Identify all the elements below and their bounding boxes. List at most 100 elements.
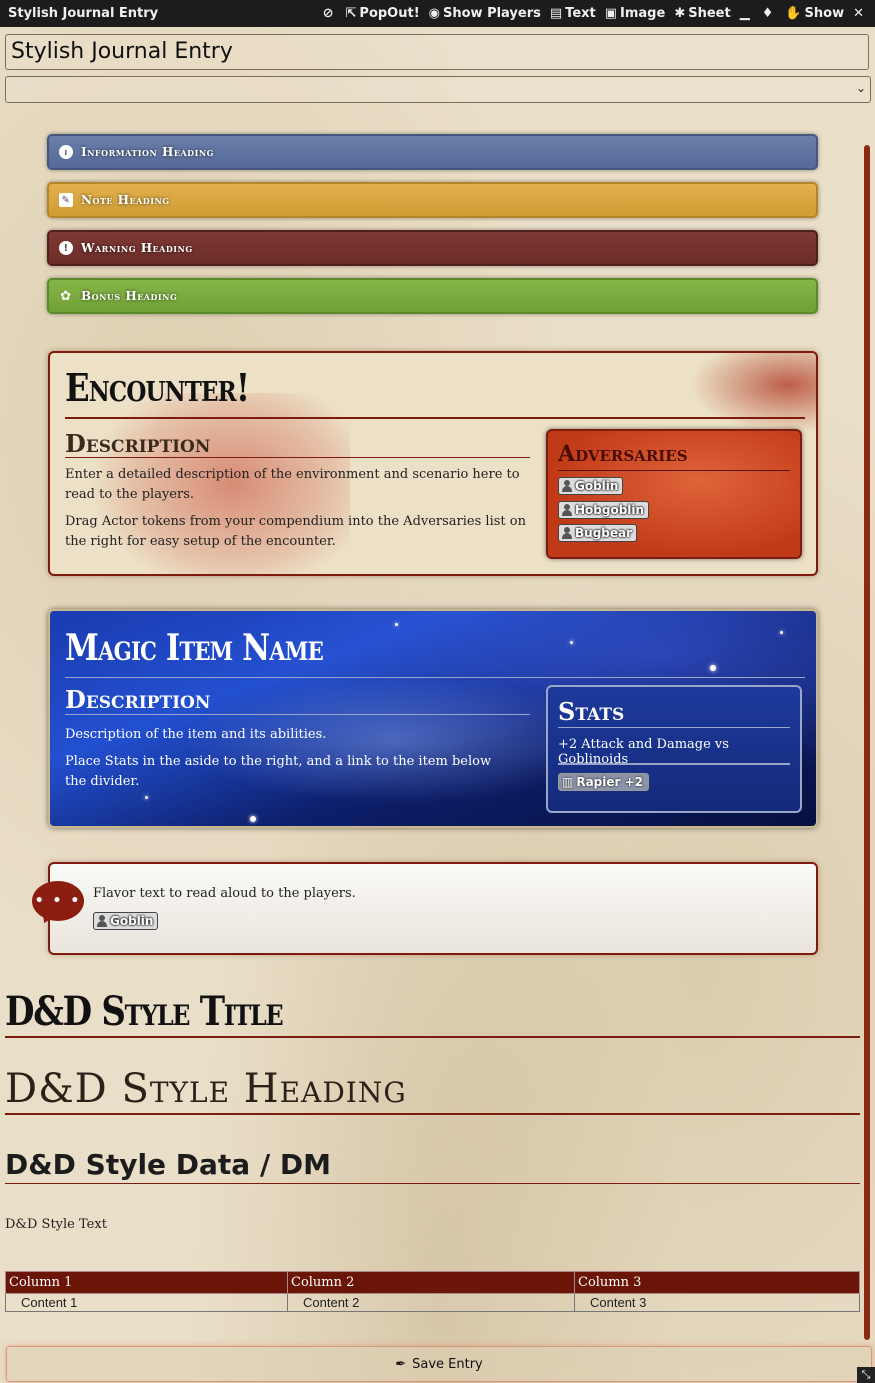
warning-callout: ! Warning Heading xyxy=(47,230,818,266)
item-name: Rapier +2 xyxy=(576,775,644,789)
speech-bubble-icon: • • • xyxy=(32,881,84,921)
save-entry-label: Save Entry xyxy=(412,1356,483,1372)
star-decoration xyxy=(250,816,256,822)
scrollbar[interactable] xyxy=(864,145,870,1340)
table-header: Column 3 xyxy=(574,1271,860,1294)
star-decoration xyxy=(710,665,716,671)
window-header[interactable]: Stylish Journal Entry ⊘ ⇱ PopOut! ◉ Show P… xyxy=(0,0,875,27)
actor-link-hobgoblin[interactable]: Hobgoblin xyxy=(558,501,650,519)
stats-aside: Stats +2 Attack and Damage vs Goblinoids… xyxy=(546,685,802,813)
show-players-label: Show Players xyxy=(442,6,541,21)
window-title: Stylish Journal Entry xyxy=(8,6,159,21)
actor-link-goblin-flavor[interactable]: Goblin xyxy=(93,912,159,930)
stats-divider xyxy=(558,727,790,728)
star-decoration xyxy=(395,623,398,626)
text-mode-label: Text xyxy=(565,6,596,21)
award-ribbon-icon: ✿ xyxy=(60,288,72,304)
table-cell: Content 3 xyxy=(574,1293,860,1312)
adversaries-title: Adversaries xyxy=(558,441,688,467)
data-divider xyxy=(5,1183,860,1184)
information-callout: i Information Heading xyxy=(47,134,818,170)
information-heading: Information Heading xyxy=(81,145,214,159)
minimize-button[interactable]: ▁ xyxy=(740,6,753,21)
star-decoration xyxy=(780,631,783,634)
external-link-icon: ⇱ xyxy=(345,6,357,21)
item-link-rapier[interactable]: ▥ Rapier +2 xyxy=(558,773,650,791)
magic-item-description-heading: Description xyxy=(65,685,211,714)
dnd-style-heading: D&D Style Heading xyxy=(5,1066,407,1112)
adversaries-divider xyxy=(558,470,790,471)
description-divider xyxy=(65,457,530,458)
show-players-button[interactable]: ◉ Show Players xyxy=(429,6,541,21)
magic-item-paragraph-1: Description of the item and its abilitie… xyxy=(65,727,327,742)
star-decoration xyxy=(145,796,148,799)
magic-item-title: Magic Item Name xyxy=(65,627,324,669)
note-heading: Note Heading xyxy=(81,193,170,207)
actor-link-bugbear[interactable]: Bugbear xyxy=(558,524,638,542)
flavor-text-block xyxy=(48,862,818,955)
show-button[interactable]: ✋ Show xyxy=(785,6,844,21)
table-header: Column 2 xyxy=(287,1271,575,1294)
content-table: Column 1 Column 2 Column 3 Content 1 Con… xyxy=(5,1271,860,1312)
table-cell: Content 2 xyxy=(287,1293,575,1312)
encounter-paragraph-2: Drag Actor tokens from your compendium i… xyxy=(65,514,526,549)
blood-splatter-decoration xyxy=(690,353,816,433)
actor-name: Goblin xyxy=(575,479,619,493)
show-label: Show xyxy=(804,6,845,21)
save-entry-button[interactable]: ✒ Save Entry xyxy=(6,1346,872,1382)
close-icon: ✕ xyxy=(853,6,864,21)
close-button[interactable]: ✕ xyxy=(853,6,867,21)
sheet-config-button[interactable]: ✱ Sheet xyxy=(674,6,730,21)
dnd-style-text: D&D Style Text xyxy=(5,1217,107,1232)
feather-icon: ✒ xyxy=(395,1356,407,1372)
entry-folder-select[interactable]: ⌄ xyxy=(5,76,871,103)
user-icon xyxy=(561,504,573,516)
table-header: Column 1 xyxy=(5,1271,288,1294)
dnd-style-title: D&D Style Title xyxy=(5,988,284,1035)
encounter-paragraph-1: Enter a detailed description of the envi… xyxy=(65,467,520,502)
stats-item-divider xyxy=(558,763,790,765)
encounter-divider xyxy=(65,417,805,419)
image-mode-label: Image xyxy=(620,6,666,21)
encounter-block: Encounter! Description Enter a detailed … xyxy=(48,351,818,576)
image-mode-button[interactable]: ▣ Image xyxy=(605,6,666,21)
user-icon xyxy=(561,480,573,492)
file-text-icon: ▤ xyxy=(549,6,563,21)
flavor-text: Flavor text to read aloud to the players… xyxy=(93,886,356,901)
stats-title: Stats xyxy=(558,697,625,726)
encounter-description-heading: Description xyxy=(65,429,211,458)
title-divider xyxy=(5,1036,860,1038)
text-mode-button[interactable]: ▤ Text xyxy=(550,6,596,21)
unlink-button[interactable]: ⊘ xyxy=(323,6,337,21)
warning-heading: Warning Heading xyxy=(81,241,193,255)
suitcase-icon: ▥ xyxy=(562,775,574,789)
magic-item-block: Magic Item Name Description Description … xyxy=(48,609,818,828)
popout-button[interactable]: ⇱ PopOut! xyxy=(346,6,420,21)
edit-note-icon: ✎ xyxy=(59,193,73,207)
adversaries-aside: Adversaries Goblin Hobgoblin Bugbear xyxy=(546,429,802,559)
user-icon xyxy=(561,527,573,539)
resize-handle-icon[interactable]: ⤡ xyxy=(857,1367,875,1383)
encounter-title: Encounter! xyxy=(65,365,250,410)
bonus-callout: ✿ Bonus Heading xyxy=(47,278,818,314)
entry-title-input[interactable]: Stylish Journal Entry xyxy=(5,34,869,70)
image-icon: ▣ xyxy=(604,6,618,21)
actor-link-goblin[interactable]: Goblin xyxy=(558,477,624,495)
actor-name: Goblin xyxy=(110,914,154,928)
chevron-down-icon: ⌄ xyxy=(855,81,866,95)
minimize-icon: ▁ xyxy=(739,6,750,21)
table-header-row: Column 1 Column 2 Column 3 xyxy=(5,1271,860,1294)
magic-item-divider xyxy=(65,677,805,678)
sheet-label: Sheet xyxy=(688,6,731,21)
heading-divider xyxy=(5,1113,860,1115)
note-callout: ✎ Note Heading xyxy=(47,182,818,218)
dnd-style-data: D&D Style Data / DM xyxy=(5,1148,332,1181)
map-pin-button[interactable]: ♦ xyxy=(762,6,777,21)
user-icon xyxy=(96,915,108,927)
bonus-heading: Bonus Heading xyxy=(81,289,178,303)
exclamation-circle-icon: ! xyxy=(59,241,73,255)
eye-icon: ◉ xyxy=(428,6,440,21)
star-decoration xyxy=(570,641,573,644)
table-cell: Content 1 xyxy=(5,1293,288,1312)
cog-icon: ✱ xyxy=(674,6,686,21)
